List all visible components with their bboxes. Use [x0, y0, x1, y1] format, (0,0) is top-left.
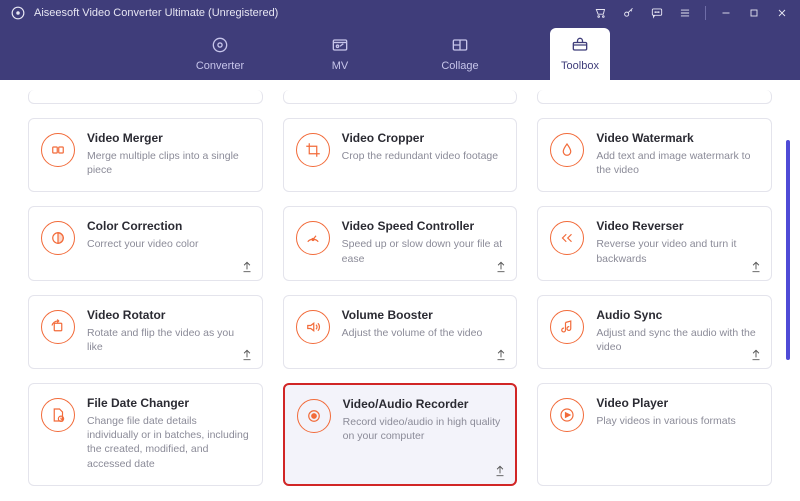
tool-title: Volume Booster [342, 308, 505, 322]
pin-icon[interactable] [493, 464, 507, 478]
mv-icon [329, 34, 351, 56]
watermark-icon [550, 133, 584, 167]
tool-title: Color Correction [87, 219, 250, 233]
merger-icon [41, 133, 75, 167]
tool-description: Adjust and sync the audio with the video [596, 326, 759, 354]
tool-grid: Video Merger Merge multiple clips into a … [28, 118, 772, 486]
tool-title: Video Watermark [596, 131, 759, 145]
pin-icon[interactable] [494, 260, 508, 274]
feedback-icon[interactable] [649, 5, 665, 21]
audio-sync-icon [550, 310, 584, 344]
menu-icon[interactable] [677, 5, 693, 21]
tool-card[interactable]: Color Correction Correct your video color [28, 206, 263, 280]
speed-icon [296, 221, 330, 255]
tab-label: Collage [441, 60, 478, 72]
tool-card[interactable]: Video Reverser Reverse your video and tur… [537, 206, 772, 280]
tab-label: Toolbox [561, 60, 599, 72]
tool-title: Video Speed Controller [342, 219, 505, 233]
tool-description: Adjust the volume of the video [342, 326, 505, 340]
partial-row [28, 90, 772, 104]
tool-description: Record video/audio in high quality on yo… [343, 415, 504, 443]
pin-icon[interactable] [749, 260, 763, 274]
reverser-icon [550, 221, 584, 255]
tool-title: Audio Sync [596, 308, 759, 322]
tab-label: MV [332, 60, 349, 72]
tool-description: Crop the redundant video footage [342, 149, 505, 163]
maximize-button[interactable] [746, 5, 762, 21]
tool-card[interactable]: Video Merger Merge multiple clips into a … [28, 118, 263, 192]
tool-description: Speed up or slow down your file at ease [342, 237, 505, 265]
scrollbar[interactable] [786, 140, 790, 360]
tool-card[interactable]: Video/Audio Recorder Record video/audio i… [283, 383, 518, 486]
tool-description: Add text and image watermark to the vide… [596, 149, 759, 177]
tool-title: Video Reverser [596, 219, 759, 233]
tool-card[interactable]: Audio Sync Adjust and sync the audio with… [537, 295, 772, 369]
app-logo-icon [10, 5, 26, 21]
key-icon[interactable] [621, 5, 637, 21]
window-title: Aiseesoft Video Converter Ultimate (Unre… [34, 7, 278, 19]
tool-card[interactable]: Video Cropper Crop the redundant video fo… [283, 118, 518, 192]
volume-icon [296, 310, 330, 344]
offscreen-card[interactable] [283, 90, 518, 104]
tool-title: Video/Audio Recorder [343, 397, 504, 411]
tool-description: Merge multiple clips into a single piece [87, 149, 250, 177]
tool-title: Video Rotator [87, 308, 250, 322]
tool-description: Play videos in various formats [596, 414, 759, 428]
tool-card[interactable]: Video Player Play videos in various forma… [537, 383, 772, 486]
offscreen-card[interactable] [537, 90, 772, 104]
player-icon [550, 398, 584, 432]
collage-icon [449, 34, 471, 56]
tool-description: Reverse your video and turn it backwards [596, 237, 759, 265]
toolbox-panel: Video Merger Merge multiple clips into a … [0, 80, 800, 501]
tab-converter[interactable]: Converter [190, 28, 250, 80]
tool-card[interactable]: File Date Changer Change file date detail… [28, 383, 263, 486]
title-bar: Aiseesoft Video Converter Ultimate (Unre… [0, 0, 800, 26]
file-date-icon [41, 398, 75, 432]
tool-card[interactable]: Video Speed Controller Speed up or slow d… [283, 206, 518, 280]
toolbox-icon [569, 34, 591, 56]
tool-description: Rotate and flip the video as you like [87, 326, 250, 354]
tool-title: File Date Changer [87, 396, 250, 410]
tool-description: Correct your video color [87, 237, 250, 251]
cart-icon[interactable] [593, 5, 609, 21]
cropper-icon [296, 133, 330, 167]
tool-title: Video Player [596, 396, 759, 410]
tool-title: Video Merger [87, 131, 250, 145]
close-button[interactable] [774, 5, 790, 21]
tool-description: Change file date details individually or… [87, 414, 250, 471]
tool-title: Video Cropper [342, 131, 505, 145]
tool-card[interactable]: Video Rotator Rotate and flip the video a… [28, 295, 263, 369]
tool-card[interactable]: Volume Booster Adjust the volume of the v… [283, 295, 518, 369]
converter-icon [209, 34, 231, 56]
pin-icon[interactable] [494, 348, 508, 362]
offscreen-card[interactable] [28, 90, 263, 104]
main-tabs: Converter MV Collage Toolbox [0, 26, 800, 80]
tab-collage[interactable]: Collage [430, 28, 490, 80]
pin-icon[interactable] [240, 260, 254, 274]
tab-toolbox[interactable]: Toolbox [550, 28, 610, 80]
tab-label: Converter [196, 60, 244, 72]
tab-mv[interactable]: MV [310, 28, 370, 80]
color-correction-icon [41, 221, 75, 255]
rotator-icon [41, 310, 75, 344]
recorder-icon [297, 399, 331, 433]
pin-icon[interactable] [240, 348, 254, 362]
tool-card[interactable]: Video Watermark Add text and image waterm… [537, 118, 772, 192]
pin-icon[interactable] [749, 348, 763, 362]
minimize-button[interactable] [718, 5, 734, 21]
